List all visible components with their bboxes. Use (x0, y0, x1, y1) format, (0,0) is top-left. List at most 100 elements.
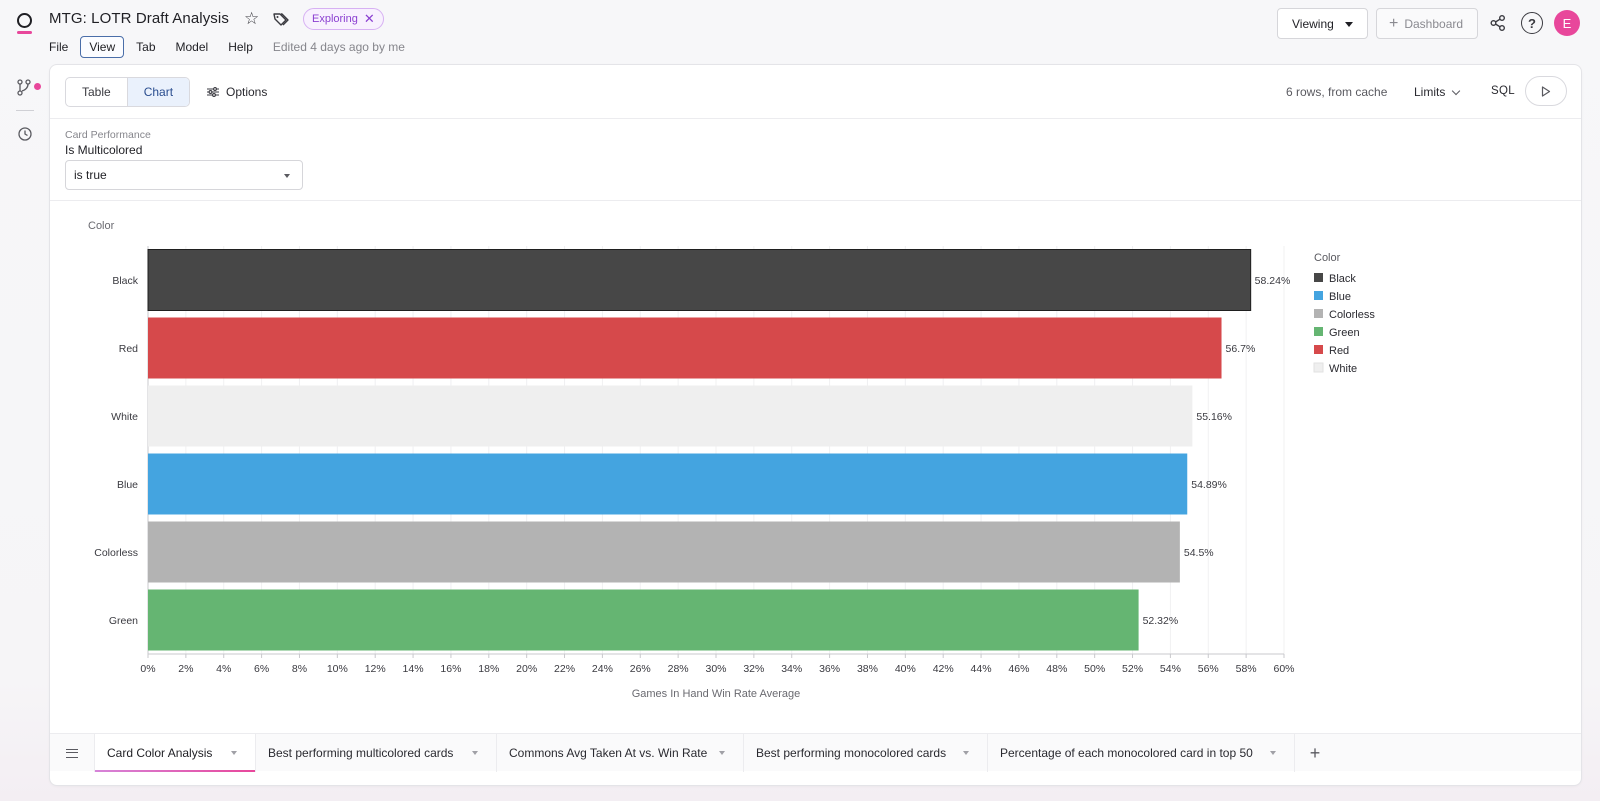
run-query-button[interactable] (1525, 76, 1567, 106)
caret-down-icon (1345, 22, 1353, 27)
chart-area: Color Black 58.24% Red 56.7% White 55.16% Blue 5… (50, 202, 1581, 732)
legend-swatch (1314, 273, 1323, 282)
viewing-label: Viewing (1292, 16, 1334, 31)
legend-swatch (1314, 309, 1323, 318)
bar-black (147, 249, 1252, 311)
tabs-menu-button[interactable] (50, 734, 95, 772)
exploring-badge: Exploring ✕ (303, 8, 384, 30)
data-label: 55.16% (1196, 411, 1232, 423)
tab-bar: Card Color Analysis Best performing mult… (50, 733, 1581, 772)
page-title[interactable]: MTG: LOTR Draft Analysis (49, 10, 229, 27)
avatar[interactable]: E (1554, 10, 1580, 36)
tab-label: Percentage of each monocolored card in t… (1000, 746, 1253, 760)
logo-bar (17, 31, 32, 34)
view-toggle: Table Chart (65, 77, 191, 107)
x-tick-label: 48% (1046, 663, 1067, 675)
x-tick-label: 34% (781, 663, 802, 675)
x-tick-label: 36% (819, 663, 840, 675)
tab-label: Best performing monocolored cards (756, 746, 947, 760)
legend-item: White (1329, 363, 1357, 375)
history-icon[interactable] (17, 126, 33, 142)
menu-file[interactable]: File (49, 37, 68, 57)
app-logo[interactable] (16, 12, 34, 34)
tab-best-multicolored[interactable]: Best performing multicolored cards (256, 734, 497, 772)
tab-table[interactable]: Table (66, 78, 127, 106)
help-icon[interactable]: ? (1521, 12, 1543, 34)
data-label: 54.89% (1191, 479, 1227, 491)
sql-button[interactable]: SQL (1491, 85, 1515, 97)
bar-colorless (148, 521, 1180, 583)
bar-blue (148, 453, 1188, 515)
menu-bar: File View Tab Model Help Edited 4 days a… (49, 36, 405, 58)
tab-label: Best performing multicolored cards (268, 746, 454, 760)
x-tick-label: 2% (178, 663, 193, 675)
add-tab-button[interactable]: + (1295, 734, 1335, 772)
x-tick-label: 46% (1008, 663, 1029, 675)
add-to-dashboard-button[interactable]: + Dashboard (1376, 8, 1478, 39)
options-button[interactable]: Options (207, 78, 267, 106)
caret-down-icon[interactable] (231, 751, 237, 755)
data-label: 52.32% (1143, 615, 1179, 627)
data-label: 56.7% (1226, 343, 1256, 355)
filter-value: is true (74, 168, 107, 182)
edited-status: Edited 4 days ago by me (272, 40, 405, 54)
caret-down-icon[interactable] (963, 751, 969, 755)
tab-percentage-monocolored[interactable]: Percentage of each monocolored card in t… (988, 734, 1295, 772)
x-tick-label: 8% (292, 663, 307, 675)
branch-icon[interactable] (16, 78, 42, 98)
tag-icon[interactable] (272, 11, 290, 27)
legend-swatch (1314, 327, 1323, 336)
x-tick-label: 54% (1160, 663, 1181, 675)
limits-label: Limits (1414, 85, 1446, 99)
rail-divider (16, 110, 34, 111)
menu-help[interactable]: Help (228, 37, 253, 57)
x-tick-label: 60% (1273, 663, 1294, 675)
limits-dropdown[interactable]: Limits (1414, 85, 1461, 99)
logo-ring (17, 13, 32, 28)
close-icon[interactable]: ✕ (364, 12, 375, 25)
x-axis-title: Games In Hand Win Rate Average (632, 688, 801, 700)
star-icon[interactable]: ☆ (244, 10, 259, 28)
legend-item: Green (1329, 327, 1360, 339)
filter-section: Card Performance Is Multicolored is true (50, 119, 1581, 201)
hamburger-icon (66, 748, 78, 758)
dashboard-label: Dashboard (1404, 16, 1464, 31)
x-tick-label: 30% (705, 663, 726, 675)
filter-value-select[interactable]: is true (65, 160, 303, 190)
y-tick-label: Blue (117, 479, 138, 491)
tab-best-monocolored[interactable]: Best performing monocolored cards (744, 734, 988, 772)
tab-commons-avg-taken[interactable]: Commons Avg Taken At vs. Win Rate (497, 734, 744, 772)
share-icon[interactable] (1489, 14, 1507, 32)
x-tick-label: 28% (668, 663, 689, 675)
chevron-down-icon (1452, 86, 1461, 95)
viewing-mode-button[interactable]: Viewing (1277, 8, 1368, 39)
caret-down-icon[interactable] (1270, 751, 1276, 755)
filter-field-label: Is Multicolored (65, 143, 143, 157)
sliders-icon (207, 87, 219, 97)
options-label: Options (226, 85, 268, 99)
tab-card-color-analysis[interactable]: Card Color Analysis (95, 734, 256, 772)
bar-chart: Color Black 58.24% Red 56.7% White 55.16% Blue 5… (88, 220, 1375, 700)
caret-down-icon[interactable] (719, 751, 725, 755)
data-label: 58.24% (1255, 275, 1291, 287)
menu-view[interactable]: View (80, 36, 125, 58)
results-toolbar: Table Chart Options 6 rows, from cache L… (50, 65, 1581, 119)
plus-icon: + (1389, 14, 1399, 32)
data-label: 54.5% (1184, 547, 1214, 559)
tab-label: Commons Avg Taken At vs. Win Rate (509, 746, 708, 760)
caret-down-icon[interactable] (472, 751, 478, 755)
exploring-badge-label: Exploring (312, 13, 358, 25)
menu-tab[interactable]: Tab (136, 37, 155, 57)
filter-source-label: Card Performance (65, 129, 151, 141)
x-tick-label: 12% (365, 663, 386, 675)
x-tick-label: 26% (630, 663, 651, 675)
x-tick-label: 6% (254, 663, 269, 675)
menu-model[interactable]: Model (176, 37, 209, 57)
main-panel: Table Chart Options 6 rows, from cache L… (49, 64, 1582, 786)
tab-chart[interactable]: Chart (126, 78, 190, 106)
x-tick-label: 22% (554, 663, 575, 675)
x-tick-label: 56% (1198, 663, 1219, 675)
legend-item: Black (1329, 273, 1356, 285)
x-tick-label: 18% (478, 663, 499, 675)
y-tick-label: Colorless (94, 547, 138, 559)
